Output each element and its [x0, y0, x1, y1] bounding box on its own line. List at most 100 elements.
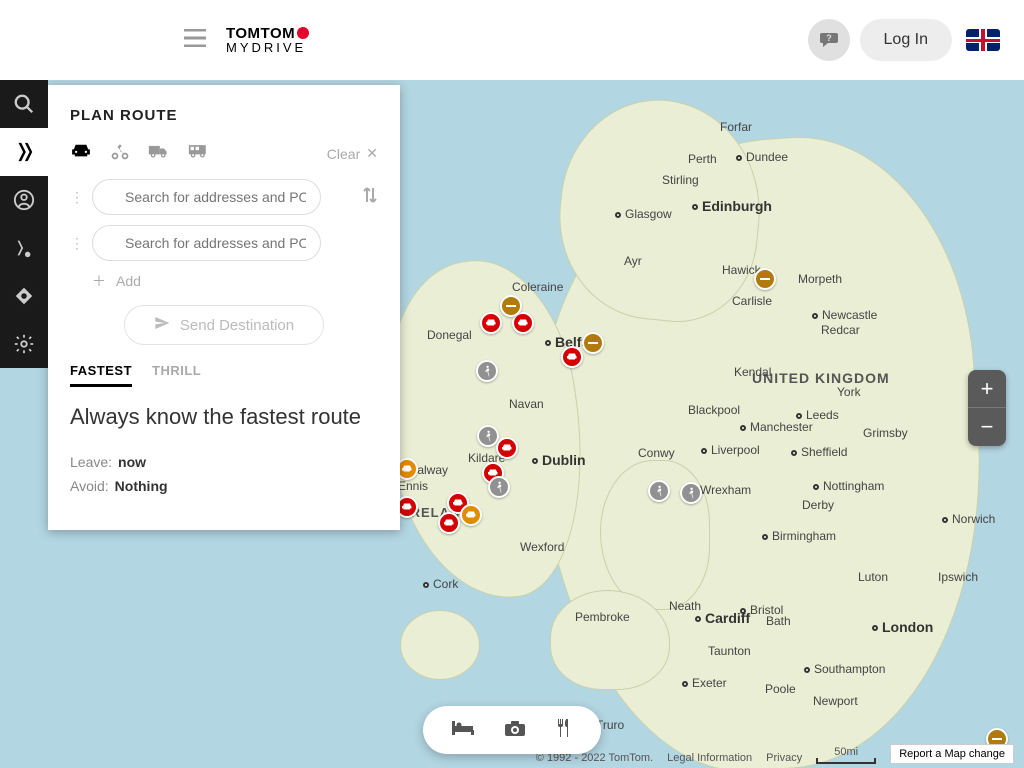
mode-rv-icon[interactable]: [188, 143, 210, 164]
tab-fastest[interactable]: FASTEST: [70, 363, 132, 387]
city-label[interactable]: Pembroke: [575, 610, 630, 624]
origin-row: ⋮ ➤: [70, 179, 378, 215]
city-label[interactable]: Norwich: [942, 512, 995, 526]
traffic-poi-walk[interactable]: [476, 360, 498, 382]
traffic-poi-car[interactable]: [480, 312, 502, 334]
city-label[interactable]: Ipswich: [938, 570, 978, 584]
zoom-in-button[interactable]: +: [968, 370, 1006, 408]
city-label[interactable]: Dublin: [532, 452, 586, 468]
city-label[interactable]: Cork: [423, 577, 458, 591]
city-label[interactable]: Cardiff: [695, 610, 750, 626]
hamburger-menu-icon[interactable]: [184, 29, 206, 52]
mode-truck-icon[interactable]: [148, 143, 170, 164]
city-label[interactable]: Bath: [766, 614, 791, 628]
city-label[interactable]: Perth: [688, 152, 717, 166]
hotels-icon[interactable]: [451, 719, 475, 742]
swap-icon[interactable]: [362, 185, 378, 210]
city-label[interactable]: Southampton: [804, 662, 885, 676]
traffic-poi-bar[interactable]: [500, 295, 522, 317]
city-label[interactable]: Stirling: [662, 173, 699, 187]
city-label[interactable]: Glasgow: [615, 207, 672, 221]
login-button[interactable]: Log In: [860, 19, 952, 61]
city-label[interactable]: Sheffield: [791, 445, 847, 459]
avoid-row[interactable]: Avoid: Nothing: [70, 478, 378, 494]
city-label[interactable]: Luton: [858, 570, 888, 584]
destination-input[interactable]: [92, 225, 321, 261]
city-label[interactable]: Newport: [813, 694, 858, 708]
plan-route-tool[interactable]: [0, 128, 48, 176]
add-label: Add: [116, 273, 141, 289]
city-label[interactable]: Kendal: [734, 365, 771, 379]
traffic-poi-car[interactable]: [561, 346, 583, 368]
city-label[interactable]: Ayr: [624, 254, 642, 268]
traffic-tool[interactable]: [0, 272, 48, 320]
city-label[interactable]: Poole: [765, 682, 796, 696]
city-label[interactable]: Wrexham: [700, 483, 751, 497]
city-label[interactable]: Nottingham: [813, 479, 884, 493]
city-label[interactable]: Redcar: [821, 323, 860, 337]
brand-logo[interactable]: TOMTOM MYDRIVE: [226, 25, 309, 55]
help-button[interactable]: ?: [808, 19, 850, 61]
restaurants-icon[interactable]: [555, 718, 573, 743]
clear-button[interactable]: Clear✕: [327, 145, 378, 162]
mode-car-icon[interactable]: [70, 143, 92, 164]
settings-tool[interactable]: [0, 320, 48, 368]
city-label[interactable]: Exeter: [682, 676, 727, 690]
city-label[interactable]: Dundee: [736, 150, 788, 164]
send-label: Send Destination: [180, 317, 294, 334]
traffic-poi-walk[interactable]: [680, 482, 702, 504]
city-label[interactable]: Taunton: [708, 644, 751, 658]
city-label[interactable]: Ennis: [398, 479, 428, 493]
drag-handle-icon[interactable]: ⋮: [70, 235, 84, 252]
city-label[interactable]: Grimsby: [863, 426, 908, 440]
city-label[interactable]: Edinburgh: [692, 198, 772, 214]
traffic-poi-bar[interactable]: [582, 332, 604, 354]
drag-handle-icon[interactable]: ⋮: [70, 189, 84, 206]
profile-tool[interactable]: [0, 176, 48, 224]
city-label[interactable]: Morpeth: [798, 272, 842, 286]
avoid-value: Nothing: [115, 478, 168, 494]
transport-mode-row: Clear✕: [70, 142, 378, 165]
city-label[interactable]: Wexford: [520, 540, 564, 554]
app-header: TOMTOM MYDRIVE ? Log In: [0, 0, 1024, 80]
city-label[interactable]: Derby: [802, 498, 834, 512]
community-routes-tool[interactable]: [0, 224, 48, 272]
zoom-out-button[interactable]: −: [968, 408, 1006, 446]
city-label[interactable]: Manchester: [740, 420, 813, 434]
traffic-poi-bar[interactable]: [754, 268, 776, 290]
traffic-poi-car[interactable]: [460, 504, 482, 526]
privacy-link[interactable]: Privacy: [766, 752, 802, 764]
city-label[interactable]: London: [872, 619, 933, 635]
traffic-poi-car[interactable]: [496, 437, 518, 459]
city-label[interactable]: York: [837, 385, 861, 399]
search-tool[interactable]: [0, 80, 48, 128]
leave-label: Leave:: [70, 454, 112, 470]
traffic-poi-walk[interactable]: [648, 480, 670, 502]
city-label[interactable]: Newcastle: [812, 308, 877, 322]
city-label[interactable]: Liverpool: [701, 443, 760, 457]
tab-thrill[interactable]: THRILL: [152, 363, 201, 387]
city-label[interactable]: Donegal: [427, 328, 472, 342]
legal-link[interactable]: Legal Information: [667, 752, 752, 764]
city-label[interactable]: Carlisle: [732, 294, 772, 308]
locale-flag-button[interactable]: [966, 29, 1000, 51]
city-label[interactable]: Birmingham: [762, 529, 836, 543]
city-label[interactable]: Conwy: [638, 446, 675, 460]
leave-row[interactable]: Leave:now: [70, 454, 378, 470]
city-label[interactable]: Coleraine: [512, 280, 563, 294]
traffic-poi-walk[interactable]: [488, 476, 510, 498]
mode-motorcycle-icon[interactable]: [110, 142, 130, 165]
send-icon: [154, 315, 170, 335]
city-label[interactable]: Blackpool: [688, 403, 740, 417]
traffic-poi-car[interactable]: [438, 512, 460, 534]
panel-title: PLAN ROUTE: [70, 107, 378, 124]
city-label[interactable]: Forfar: [720, 120, 752, 134]
origin-input[interactable]: [92, 179, 321, 215]
send-destination-button[interactable]: Send Destination: [124, 305, 324, 345]
city-label[interactable]: Navan: [509, 397, 544, 411]
add-stop-button[interactable]: ＋ Add: [92, 271, 378, 291]
avoid-label: Avoid:: [70, 478, 109, 494]
report-map-button[interactable]: Report a Map change: [890, 744, 1014, 764]
scale-indicator: 50mi: [816, 746, 876, 764]
attractions-icon[interactable]: [503, 719, 527, 742]
